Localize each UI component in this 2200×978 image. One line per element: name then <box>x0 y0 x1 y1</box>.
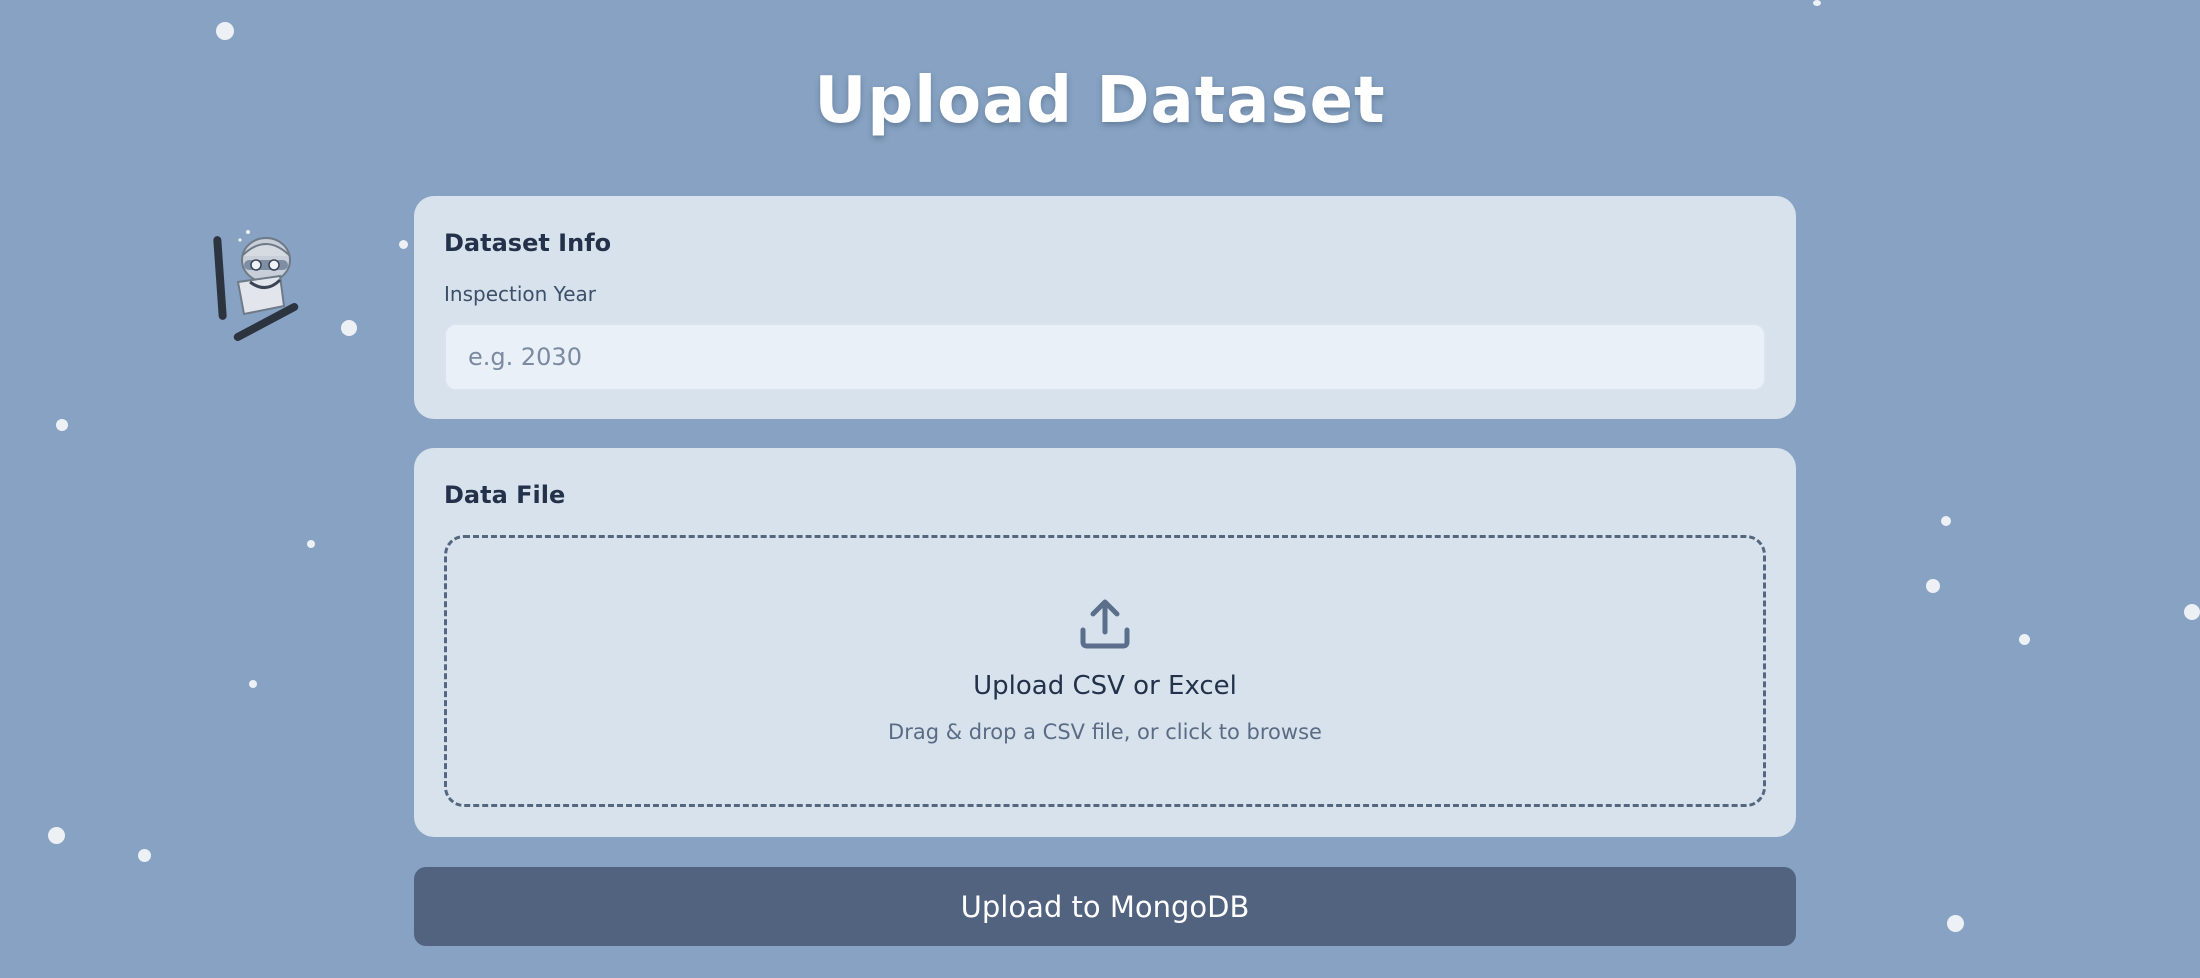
snowflake <box>138 849 151 862</box>
upload-to-mongodb-button[interactable]: Upload to MongoDB <box>414 867 1796 946</box>
snowflake <box>1941 516 1951 526</box>
data-file-heading: Data File <box>444 481 566 509</box>
dataset-info-heading: Dataset Info <box>444 229 612 257</box>
snowflake <box>399 240 408 249</box>
snowflake <box>2184 604 2200 620</box>
file-dropzone[interactable]: Upload CSV or Excel Drag & drop a CSV fi… <box>444 535 1766 807</box>
snowflake <box>2019 634 2030 645</box>
snowflake <box>307 540 315 548</box>
upload-icon <box>1080 599 1130 649</box>
snowflake <box>216 22 234 40</box>
mascot-illustration <box>213 230 299 342</box>
page-title: Upload Dataset <box>814 64 1386 138</box>
snowflake <box>56 419 68 431</box>
snowflake <box>341 320 357 336</box>
dropzone-title: Upload CSV or Excel <box>973 671 1237 701</box>
snowflake <box>48 827 65 844</box>
data-file-card: Data File Upload CSV or Excel Drag & dro… <box>414 448 1796 837</box>
snowflake <box>1926 579 1940 593</box>
snowflake <box>1947 915 1964 932</box>
snowflake <box>1813 0 1821 6</box>
inspection-year-input[interactable] <box>444 323 1766 391</box>
dropzone-subtitle: Drag & drop a CSV file, or click to brow… <box>888 720 1322 744</box>
dataset-info-card: Dataset Info Inspection Year <box>414 196 1796 419</box>
inspection-year-label: Inspection Year <box>444 282 597 306</box>
snowflake <box>249 680 257 688</box>
